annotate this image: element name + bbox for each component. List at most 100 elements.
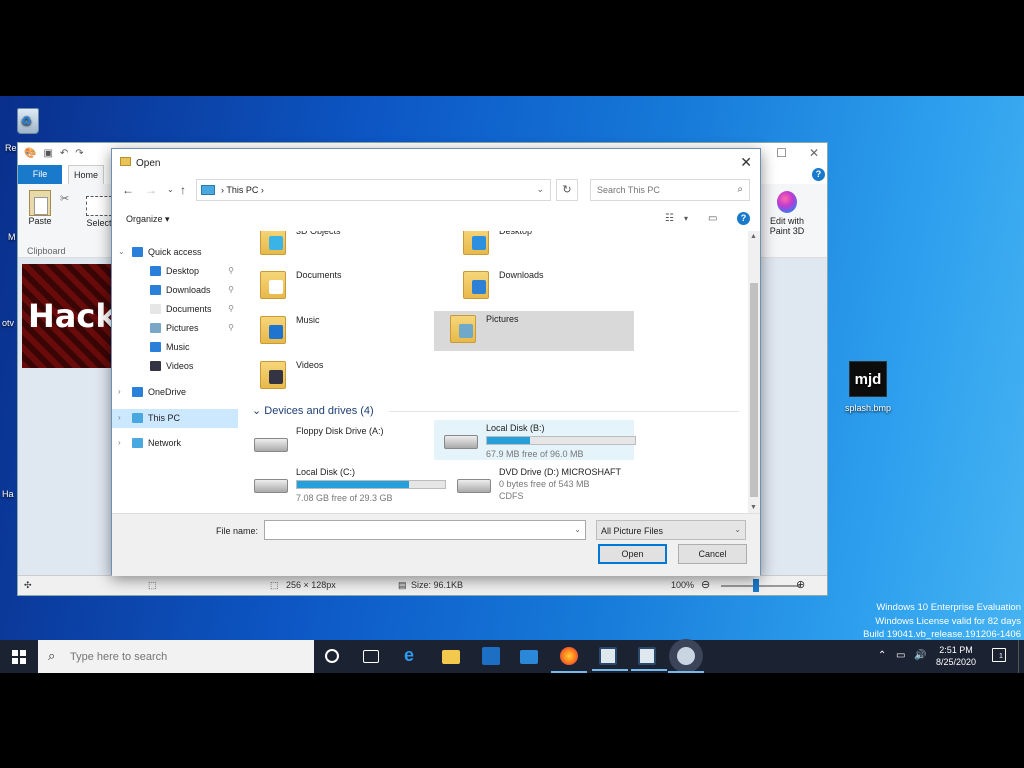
folder-item[interactable]: Music <box>244 312 444 352</box>
maximize-icon[interactable]: ☐ <box>776 146 787 160</box>
zoom-slider[interactable] <box>721 585 801 587</box>
recycle-bin-icon[interactable]: ♻ <box>13 104 43 136</box>
cut-icon[interactable]: ✂ <box>60 192 69 205</box>
close-icon[interactable]: ✕ <box>740 154 752 171</box>
cancel-button[interactable]: Cancel <box>678 544 747 564</box>
nav-item[interactable]: › This PC <box>112 409 238 428</box>
folder-item[interactable]: Videos <box>244 357 444 397</box>
app-window-icon[interactable] <box>631 647 667 671</box>
file-type-select[interactable]: All Picture Files ⌄ <box>596 520 746 540</box>
help-icon[interactable]: ? <box>812 168 825 181</box>
scroll-down-icon[interactable]: ▼ <box>750 504 757 511</box>
folder-item[interactable]: Documents <box>244 267 444 307</box>
notification-center-icon[interactable]: 1 <box>992 648 1006 662</box>
canvas-image[interactable]: Hack <box>22 264 122 368</box>
redo-icon[interactable]: ↷ <box>75 148 83 159</box>
chevron-down-icon[interactable]: ⌄ <box>536 184 544 195</box>
scroll-up-icon[interactable]: ▲ <box>750 233 757 240</box>
dialog-toolbar: Organize ▾ ☷ ▾ ▭ ? <box>112 209 760 231</box>
clock[interactable]: 2:51 PM 8/25/2020 <box>930 644 982 668</box>
save-icon[interactable]: ▣ <box>43 148 52 159</box>
mail-icon[interactable] <box>520 650 538 664</box>
nav-item[interactable]: ⌄ Quick access <box>112 243 238 262</box>
chevron-down-icon[interactable]: ⌄ <box>574 525 581 534</box>
scroll-thumb[interactable] <box>750 283 758 497</box>
firefox-icon[interactable] <box>551 647 587 673</box>
breadcrumb[interactable]: › This PC › <box>221 185 264 195</box>
select-button[interactable]: Select <box>84 196 114 228</box>
nav-item[interactable]: Pictures ⚲ <box>112 319 238 338</box>
chevron-down-icon[interactable]: ▾ <box>684 214 688 223</box>
show-hidden-icons[interactable]: ⌃ <box>878 650 886 661</box>
pc-icon <box>132 413 143 423</box>
file-name-input[interactable] <box>265 521 565 539</box>
nav-item[interactable]: › Network <box>112 434 238 453</box>
taskbar-search[interactable]: ⌕ <box>38 640 314 673</box>
task-view-icon[interactable] <box>363 650 379 663</box>
help-icon[interactable]: ? <box>737 212 750 225</box>
volume-icon[interactable]: 🔊 <box>914 650 926 661</box>
preview-pane-icon[interactable]: ▭ <box>708 213 717 224</box>
edit-with-paint3d-button[interactable]: Edit with Paint 3D <box>765 191 809 236</box>
drive-item[interactable]: DVD Drive (D:) MICROSHAFT 0 bytes free of… <box>447 464 647 504</box>
nav-item[interactable]: Downloads ⚲ <box>112 281 238 300</box>
store-icon[interactable] <box>482 647 500 665</box>
folder-item[interactable]: Desktop <box>447 231 647 263</box>
nav-item[interactable]: Documents ⚲ <box>112 300 238 319</box>
address-bar[interactable]: › This PC › ⌄ <box>196 179 551 201</box>
zoom-slider-thumb[interactable] <box>753 579 759 592</box>
nav-item-label: Downloads <box>166 285 211 295</box>
nav-item[interactable]: › OneDrive <box>112 383 238 402</box>
zoom-level: 100% <box>671 580 695 590</box>
vertical-scrollbar[interactable]: ▲ ▼ <box>748 231 760 513</box>
refresh-button[interactable]: ↻ <box>556 179 578 201</box>
notification-count: 1 <box>999 653 1003 660</box>
drive-label: DVD Drive (D:) MICROSHAFT <box>499 467 621 477</box>
folder-item[interactable]: Downloads <box>447 267 647 307</box>
chevron-right-icon[interactable]: › <box>118 387 121 396</box>
start-button[interactable] <box>12 650 26 664</box>
paste-button[interactable]: Paste <box>24 190 56 226</box>
folder-item[interactable]: Pictures <box>434 311 634 351</box>
up-arrow-icon[interactable]: ↑ <box>180 183 186 197</box>
chevron-right-icon[interactable]: › <box>118 413 121 422</box>
search-box[interactable]: ⌕ <box>590 179 750 201</box>
cortana-icon[interactable] <box>325 649 339 663</box>
forward-arrow-icon[interactable]: → <box>145 183 157 197</box>
show-desktop-button[interactable] <box>1018 640 1019 673</box>
file-name-field[interactable]: ⌄ <box>264 520 586 540</box>
zoom-out-icon[interactable]: ⊖ <box>701 578 710 591</box>
app-window-icon[interactable] <box>592 647 628 671</box>
drive-item[interactable]: Floppy Disk Drive (A:) <box>244 423 444 463</box>
recycle-bin-label: Re <box>5 143 17 153</box>
splash-bmp-icon[interactable]: mjd splash.bmp <box>838 361 898 413</box>
back-arrow-icon[interactable]: ← <box>122 183 134 197</box>
folder-overlay <box>269 370 283 384</box>
nav-item[interactable]: Videos <box>112 357 238 376</box>
dialog-footer: File name: ⌄ All Picture Files ⌄ Open Ca… <box>112 513 760 576</box>
devices-group-header[interactable]: ⌄ Devices and drives (4) <box>252 404 374 417</box>
tab-home[interactable]: Home <box>68 165 104 184</box>
drive-item[interactable]: Local Disk (B:) 67.9 MB free of 96.0 MB <box>434 420 636 460</box>
recent-locations-icon[interactable]: ⌄ <box>167 185 174 194</box>
file-explorer-icon[interactable] <box>442 650 460 664</box>
chevron-right-icon[interactable]: › <box>118 438 121 447</box>
zoom-in-icon[interactable]: ⊕ <box>796 578 805 591</box>
nav-item[interactable]: Music <box>112 338 238 357</box>
close-icon[interactable]: ✕ <box>809 146 819 160</box>
network-icon[interactable]: ▭ <box>896 650 905 661</box>
tab-file[interactable]: File <box>18 165 62 184</box>
undo-icon[interactable]: ↶ <box>60 148 68 159</box>
nav-item[interactable]: Desktop ⚲ <box>112 262 238 281</box>
video-icon <box>150 361 161 371</box>
taskbar-search-input[interactable] <box>70 648 300 665</box>
chevron-down-icon[interactable]: ⌄ <box>118 247 125 256</box>
drive-item[interactable]: Local Disk (C:) 7.08 GB free of 29.3 GB <box>244 464 446 504</box>
edge-icon[interactable]: e <box>404 645 422 665</box>
search-input[interactable] <box>591 180 726 200</box>
open-button[interactable]: Open <box>598 544 667 564</box>
folder-item[interactable]: 3D Objects <box>244 231 444 263</box>
organize-button[interactable]: Organize ▾ <box>126 214 170 225</box>
paint-taskbar-icon[interactable] <box>668 647 704 673</box>
view-options-icon[interactable]: ☷ <box>665 213 674 224</box>
